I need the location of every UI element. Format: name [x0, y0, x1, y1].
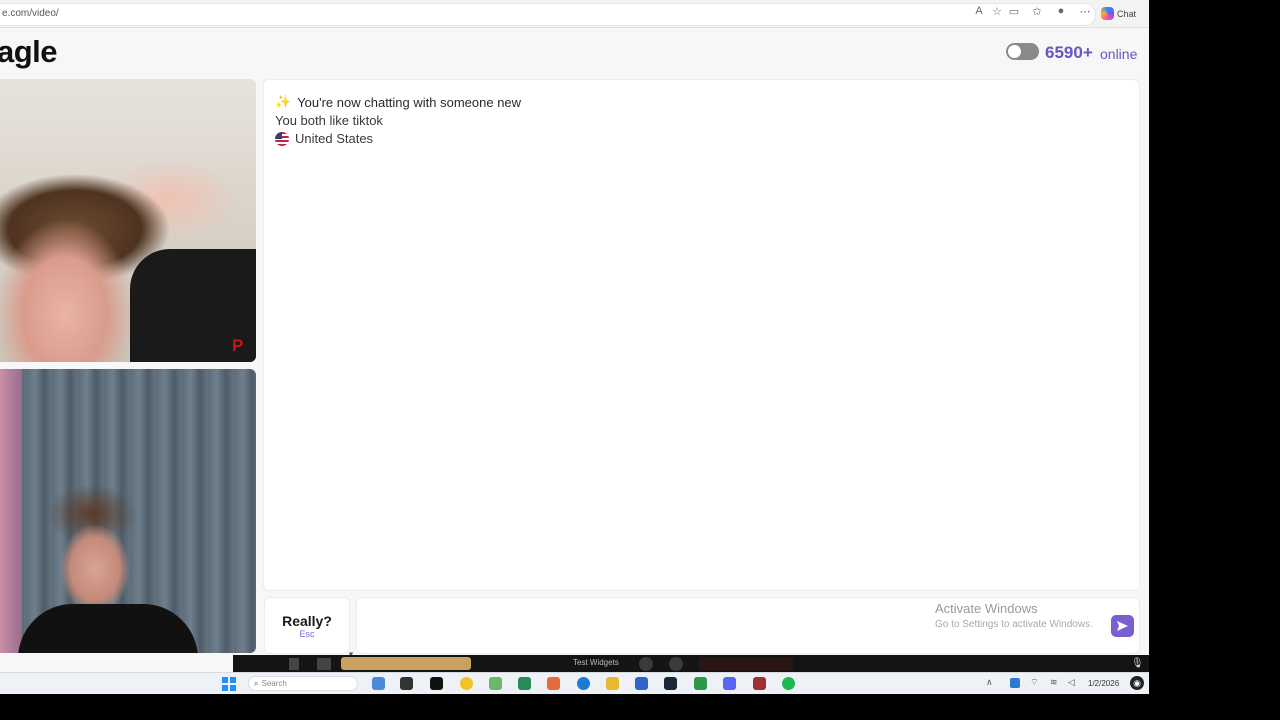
skip-button-label: Really? — [282, 613, 332, 629]
wifi-icon[interactable]: ≋ — [1050, 677, 1058, 688]
spotify-icon[interactable] — [782, 677, 795, 690]
skip-shortcut-hint: Esc — [299, 629, 315, 639]
activate-windows-subtitle: Go to Settings to activate Windows. — [935, 619, 1093, 630]
steam-icon[interactable] — [664, 677, 677, 690]
taskbar-app-icon[interactable] — [430, 677, 443, 690]
us-flag-icon — [275, 131, 289, 146]
file-explorer-icon[interactable] — [606, 677, 619, 690]
favorite-star-icon[interactable]: ☆ — [990, 5, 1004, 18]
video-content — [0, 369, 22, 653]
network-icon[interactable]: ⌔ — [1030, 677, 1038, 688]
taskbar-search-placeholder: Search — [261, 679, 287, 688]
url-text: e.com/video/ — [2, 8, 59, 19]
message-input[interactable]: Activate Windows Go to Settings to activ… — [356, 597, 1140, 654]
chat-status-text: You're now chatting with someone new — [297, 94, 522, 110]
send-icon — [1117, 621, 1128, 631]
favorites-icon[interactable]: ✩ — [1030, 5, 1044, 18]
online-count: 6590+ — [1045, 43, 1093, 62]
copilot-chat-button[interactable]: Chat — [1101, 5, 1145, 22]
search-icon: ⌕ — [254, 678, 259, 688]
stranger-video: P — [0, 79, 256, 362]
skip-button[interactable]: Really? Esc — [264, 597, 350, 654]
self-video — [0, 369, 256, 653]
chat-log: ✨ You're now chatting with someone new Y… — [263, 79, 1140, 591]
address-bar: e.com/video/ A ☆ ▭ ✩ ● ⋯ Chat — [0, 0, 1149, 28]
taskbar-app-icon[interactable] — [400, 677, 413, 690]
share-icon[interactable] — [289, 658, 299, 670]
share-people-icon[interactable] — [317, 658, 331, 670]
windows-start-icon[interactable] — [222, 677, 236, 691]
share-control-icon[interactable] — [669, 657, 683, 671]
share-control-icon[interactable] — [639, 657, 653, 671]
activate-windows-title: Activate Windows — [935, 601, 1038, 616]
online-label: online — [1100, 46, 1138, 62]
volume-icon[interactable]: ◁ — [1068, 677, 1075, 688]
sparkle-icon: ✨ — [275, 94, 292, 109]
read-aloud-icon[interactable]: A — [972, 5, 986, 17]
taskbar-date[interactable]: 1/2/2026 — [1088, 679, 1119, 688]
taskbar-app-icon[interactable] — [372, 677, 385, 690]
chat-label: Chat — [1117, 8, 1137, 19]
tray-app-icon[interactable] — [1010, 678, 1020, 688]
outlook-icon[interactable] — [635, 677, 648, 690]
microphone-icon[interactable]: 🎙 — [1131, 658, 1144, 671]
taskbar-search[interactable]: ⌕ Search — [248, 676, 358, 691]
browser-window: e.com/video/ A ☆ ▭ ✩ ● ⋯ Chat agle 6590+… — [0, 0, 1149, 694]
taskbar-app-icon[interactable] — [489, 677, 502, 690]
taskbar-app-icon[interactable] — [753, 677, 766, 690]
send-button[interactable] — [1111, 615, 1134, 637]
tray-chevron-icon[interactable]: ∧ — [986, 677, 993, 688]
more-options-icon[interactable]: ⋯ — [1078, 5, 1092, 18]
video-content-figure — [18, 604, 198, 653]
profile-icon[interactable]: ● — [1054, 5, 1068, 17]
share-status-message — [341, 657, 471, 670]
notification-icon[interactable]: ◉ — [1130, 676, 1144, 690]
common-interest-text: You both like tiktok — [275, 113, 383, 128]
theme-toggle[interactable] — [1006, 43, 1039, 60]
taskbar-app-icon[interactable] — [547, 677, 560, 690]
site-logo[interactable]: agle — [0, 34, 58, 70]
end-share-button[interactable] — [699, 657, 793, 671]
country-line: United States — [275, 131, 373, 146]
share-widgets-label[interactable]: Test Widgets — [573, 658, 619, 667]
taskbar-app-icon[interactable] — [694, 677, 707, 690]
taskbar-app-icon[interactable] — [518, 677, 531, 690]
url-field[interactable]: e.com/video/ — [0, 3, 1096, 26]
toggle-knob — [1008, 45, 1021, 58]
camera-icon[interactable]: ▭ — [1007, 5, 1021, 18]
copilot-icon — [1101, 7, 1114, 20]
discord-icon[interactable] — [723, 677, 736, 690]
edge-browser-icon[interactable] — [577, 677, 590, 690]
country-text: United States — [295, 131, 374, 146]
windows-taskbar: ⌕ Search ∧ ⌔ ≋ ◁ 1/2/2026 ◉ — [0, 672, 1149, 694]
common-interest-line: You both like tiktok — [275, 113, 383, 128]
report-icon[interactable]: P — [232, 337, 252, 355]
taskbar-app-icon[interactable] — [460, 677, 473, 690]
chat-status-line: ✨ You're now chatting with someone new — [275, 94, 521, 110]
